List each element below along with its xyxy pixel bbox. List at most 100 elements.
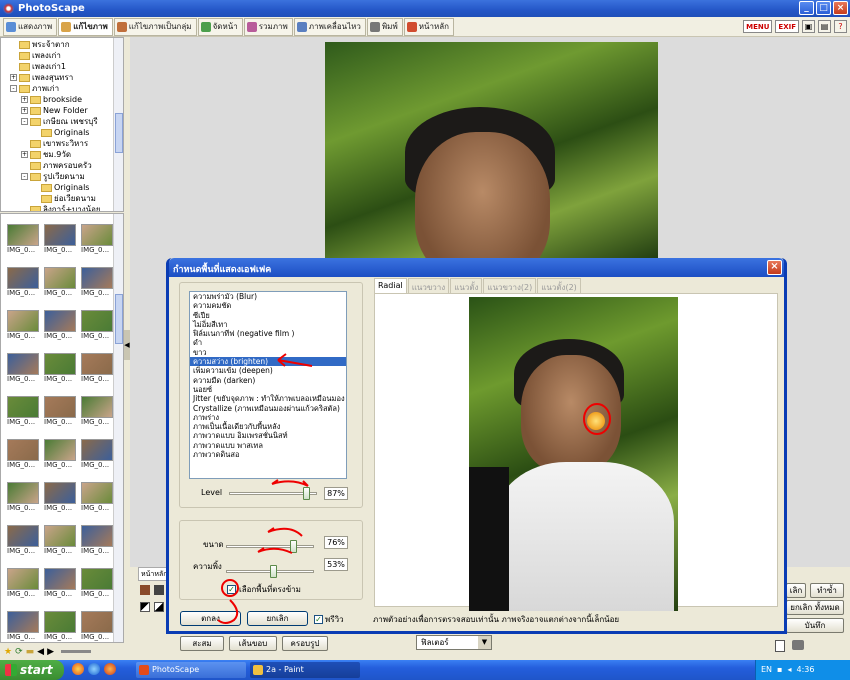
language-indicator[interactable]: EN <box>761 660 772 680</box>
thumbnail-scroll-thumb[interactable] <box>115 294 123 344</box>
thumbnail-item[interactable]: IMG_0... <box>7 482 41 522</box>
effect-item[interactable]: ความมืด (darken) <box>190 376 346 385</box>
start-button[interactable]: start <box>0 660 64 680</box>
thumbnail-item[interactable]: IMG_0... <box>44 439 78 479</box>
close-window-button[interactable]: × <box>833 1 848 15</box>
back-arrow-icon[interactable]: ◀ <box>37 647 44 657</box>
tab-1[interactable]: แก้ไขภาพ <box>58 17 113 36</box>
thumbnail-item[interactable]: IMG_0... <box>7 353 41 393</box>
expand-toggle-icon[interactable]: - <box>21 118 28 125</box>
effect-item[interactable]: ภาพวาดแบบ พาสเทล <box>190 441 346 450</box>
thumbnail-item[interactable]: IMG_0... <box>44 267 78 307</box>
minimize-button[interactable]: _ <box>799 1 814 15</box>
firefox-icon[interactable] <box>104 663 116 675</box>
thumbnail-size-slider[interactable] <box>60 650 91 653</box>
menu-button[interactable]: MENU <box>743 20 773 33</box>
effect-item[interactable]: ซีเปีย <box>190 311 346 320</box>
thumbnail-item[interactable]: IMG_0... <box>81 353 115 393</box>
collect-button[interactable]: สะสม <box>180 636 224 651</box>
contrast-tool-icon[interactable] <box>140 602 150 612</box>
tab-7[interactable]: หน้าหลัก <box>403 17 454 36</box>
save-button[interactable]: บันทึก <box>786 618 844 633</box>
effect-item[interactable]: ภาพร่าง <box>190 413 346 422</box>
preview-option[interactable]: ✓ พรีวิว <box>314 613 344 626</box>
tab-0[interactable]: แสดงภาพ <box>3 17 58 36</box>
folder-tree-scroll-thumb[interactable] <box>115 113 123 153</box>
thumbnail-item[interactable]: IMG_0... <box>81 267 115 307</box>
folder-tree-scrollbar[interactable] <box>113 38 123 211</box>
dialog-close-button[interactable]: × <box>767 260 782 275</box>
expand-toggle-icon[interactable]: + <box>21 151 28 158</box>
effect-item[interactable]: เพิ่มความเข้ม (deepen) <box>190 366 346 375</box>
help-icon[interactable]: ? <box>834 20 847 33</box>
tree-item[interactable]: - ภาพเก่า <box>1 83 123 94</box>
volume-icon[interactable]: ◂ <box>787 660 791 680</box>
thumbnail-item[interactable]: IMG_0... <box>44 396 78 436</box>
preview-photo[interactable] <box>469 297 678 611</box>
thumbnail-item[interactable]: IMG_0... <box>44 611 78 642</box>
effect-item[interactable]: ความคมชัด <box>190 301 346 310</box>
invert-area-option[interactable]: ✓ เลือกพื้นที่ตรงข้าม <box>227 583 301 596</box>
browser-icon[interactable] <box>72 663 84 675</box>
expand-toggle-icon[interactable]: + <box>10 74 17 81</box>
frame-tool-icon[interactable] <box>154 585 164 595</box>
tree-item[interactable]: + brookside <box>1 94 123 105</box>
redo-button[interactable]: ทำซ้ำ <box>810 583 844 598</box>
thumbnail-item[interactable]: IMG_0... <box>7 396 41 436</box>
thumbnail-item[interactable]: IMG_0... <box>81 310 115 350</box>
level-slider[interactable] <box>229 487 317 500</box>
network-icon[interactable]: ▪ <box>777 660 782 680</box>
preview-tab[interactable]: แนวขวาง <box>407 278 450 293</box>
effect-item[interactable]: ไม่อิ่มสีเทา <box>190 320 346 329</box>
level-slider-thumb[interactable] <box>302 487 310 500</box>
thumbnail-item[interactable]: IMG_0... <box>7 611 41 642</box>
print-icon[interactable] <box>792 640 804 650</box>
effect-item[interactable]: ภาพวาดดินสอ <box>190 450 346 459</box>
folder-icon[interactable]: ▤ <box>818 20 831 33</box>
cancel-button[interactable]: ยกเลิก <box>247 611 308 626</box>
size-slider[interactable] <box>226 540 314 553</box>
expand-toggle-icon[interactable]: + <box>21 96 28 103</box>
preview-tab[interactable]: แนวตั้ง <box>450 278 483 293</box>
invert-area-checkbox[interactable]: ✓ <box>227 585 236 594</box>
thumbnail-item[interactable]: IMG_0... <box>44 568 78 608</box>
preview-checkbox[interactable]: ✓ <box>314 615 323 624</box>
effect-item[interactable]: ภาพวาดแบบ อิมเพรสชั่นนิสท์ <box>190 431 346 440</box>
ie-icon[interactable] <box>88 663 100 675</box>
effect-item[interactable]: Crystallize (ภาพเหมือนมองผ่านแก้วคริสตัล… <box>190 404 346 413</box>
color-tool-icon[interactable] <box>140 585 150 595</box>
task-photoscape[interactable]: PhotoScape <box>136 662 246 678</box>
effect-item[interactable]: ความพร่ามัว (Blur) <box>190 292 346 301</box>
expand-toggle-icon[interactable]: - <box>10 85 17 92</box>
effect-list[interactable]: ความพร่ามัว (Blur) ความคมชัด ซีเปีย ไม่อิ่ม… <box>189 291 347 479</box>
thumbnail-item[interactable]: IMG_0... <box>81 224 115 264</box>
undo-all-button[interactable]: ยกเลิก ทั้งหมด <box>786 600 844 615</box>
thumbnail-item[interactable]: IMG_0... <box>44 224 78 264</box>
preview-tab[interactable]: แนวขวาง(2) <box>483 278 537 293</box>
bw-tool-icon[interactable] <box>154 602 164 612</box>
tree-item[interactable]: - รูปเวียดนาม <box>1 171 123 182</box>
thumbnail-item[interactable]: IMG_0... <box>81 482 115 522</box>
size-slider-thumb[interactable] <box>289 540 297 553</box>
effect-item[interactable]: ดำ <box>190 338 346 347</box>
filter-dropdown[interactable]: ฟิลเตอร์ ▼ <box>416 635 492 650</box>
thumbnail-item[interactable]: IMG_0... <box>44 482 78 522</box>
thumbnail-item[interactable]: IMG_0... <box>7 224 41 264</box>
folder-open-icon[interactable]: ▬ <box>26 647 35 657</box>
tab-3[interactable]: จัดหน้า <box>197 17 243 36</box>
star-icon[interactable]: ★ <box>4 647 12 657</box>
thumbnail-item[interactable]: IMG_0... <box>81 611 115 642</box>
effect-item[interactable]: Jitter (ขยับจุดภาพ : ทำให้ภาพเบลอเหมือนม… <box>190 394 346 403</box>
window-icon[interactable]: ▣ <box>802 20 815 33</box>
thumbnail-item[interactable]: IMG_0... <box>44 353 78 393</box>
thumbnail-item[interactable]: IMG_0... <box>7 310 41 350</box>
tab-2[interactable]: แก้ไขภาพเป็นกลุ่ม <box>113 17 197 36</box>
tab-4[interactable]: รวมภาพ <box>243 17 293 36</box>
thumbnail-item[interactable]: IMG_0... <box>81 396 115 436</box>
thumbnail-item[interactable]: IMG_0... <box>7 439 41 479</box>
tab-5[interactable]: ภาพเคลื่อนไหว <box>293 17 366 36</box>
effect-item[interactable]: นอยซ์ <box>190 385 346 394</box>
expand-toggle-icon[interactable]: - <box>21 173 28 180</box>
tree-item[interactable]: + เพลงสุนทรา <box>1 72 123 83</box>
effect-center-marker[interactable] <box>587 412 605 430</box>
